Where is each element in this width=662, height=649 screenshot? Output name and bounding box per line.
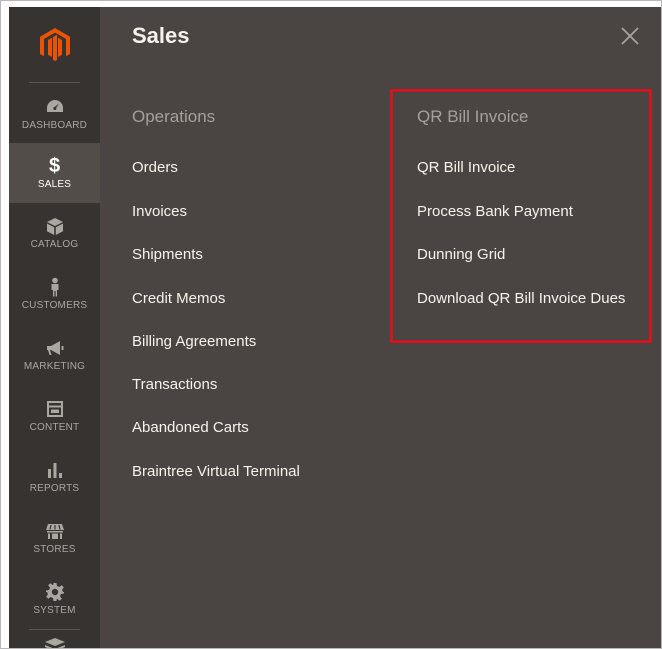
menu-link-braintree-virtual-terminal[interactable]: Braintree Virtual Terminal — [132, 463, 300, 480]
menu-link-orders[interactable]: Orders — [132, 159, 178, 176]
gear-icon — [44, 582, 66, 602]
operations-heading: Operations — [132, 107, 216, 126]
nav-reports[interactable]: REPORTS — [9, 447, 100, 507]
menu-link-download-qr-bill-invoice-dues[interactable]: Download QR Bill Invoice Dues — [417, 290, 625, 307]
bar-chart-icon — [44, 460, 66, 480]
menu-link-credit-memos[interactable]: Credit Memos — [132, 290, 225, 307]
nav-label: STORES — [33, 544, 76, 555]
dollar-icon: $ — [44, 156, 66, 176]
menu-link-shipments[interactable]: Shipments — [132, 246, 203, 263]
menu-link-qr-bill-invoice[interactable]: QR Bill Invoice — [417, 159, 515, 176]
layout-icon — [44, 399, 66, 419]
box-icon — [44, 216, 66, 236]
nav-label: CUSTOMERS — [21, 300, 88, 311]
nav-stores[interactable]: STORES — [9, 508, 100, 568]
nav-label: CATALOG — [30, 239, 79, 250]
nav-divider — [29, 629, 80, 630]
menu-link-transactions[interactable]: Transactions — [132, 376, 217, 393]
dollar-glyph: $ — [48, 155, 61, 177]
magento-logo-icon[interactable] — [9, 7, 100, 82]
close-icon[interactable] — [619, 25, 641, 47]
nav-dashboard[interactable]: DASHBOARD — [9, 84, 100, 144]
nav-catalog[interactable]: CATALOG — [9, 203, 100, 263]
menu-link-invoices[interactable]: Invoices — [132, 203, 187, 220]
nav-content[interactable]: CONTENT — [9, 386, 100, 446]
speedometer-icon — [44, 97, 66, 117]
admin-sidebar: DASHBOARD $ SALES CATALOG CUSTOMERS MARK… — [9, 7, 100, 648]
nav-label: REPORTS — [29, 483, 80, 494]
storefront-icon — [44, 521, 66, 541]
menu-link-dunning-grid[interactable]: Dunning Grid — [417, 246, 505, 263]
stack-icon[interactable] — [44, 637, 66, 648]
megaphone-icon — [44, 338, 66, 358]
nav-label: SYSTEM — [33, 605, 76, 616]
nav-sales[interactable]: $ SALES — [9, 143, 100, 203]
nav-customers[interactable]: CUSTOMERS — [9, 264, 100, 324]
nav-label: CONTENT — [29, 422, 80, 433]
sales-flyout-panel: Sales Operations Orders Invoices Shipmen… — [100, 7, 661, 648]
panel-title: Sales — [132, 23, 190, 48]
nav-label: SALES — [37, 179, 72, 190]
menu-link-process-bank-payment[interactable]: Process Bank Payment — [417, 203, 573, 220]
admin-window: DASHBOARD $ SALES CATALOG CUSTOMERS MARK… — [0, 0, 662, 649]
nav-system[interactable]: SYSTEM — [9, 569, 100, 629]
nav-label: DASHBOARD — [21, 120, 88, 131]
menu-link-abandoned-carts[interactable]: Abandoned Carts — [132, 419, 249, 436]
qr-bill-heading: QR Bill Invoice — [417, 107, 529, 126]
menu-link-billing-agreements[interactable]: Billing Agreements — [132, 333, 256, 350]
nav-label: MARKETING — [23, 361, 86, 372]
nav-marketing[interactable]: MARKETING — [9, 325, 100, 385]
logo-divider — [29, 82, 80, 83]
person-icon — [44, 277, 66, 297]
